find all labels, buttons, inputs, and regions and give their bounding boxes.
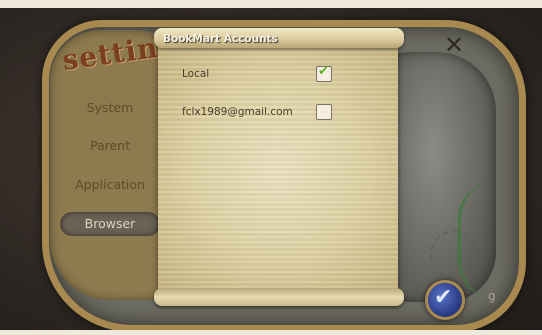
account-label: Local (182, 68, 210, 80)
confirm-button[interactable]: ✔ (425, 280, 465, 320)
bottom-border (0, 330, 542, 335)
check-icon: ✔ (434, 285, 453, 310)
top-border (0, 0, 542, 8)
dialog-title: BookMart Accounts (163, 33, 278, 45)
close-button[interactable]: ✕ (437, 32, 471, 58)
account-row-local[interactable]: Local ✔ (182, 64, 342, 86)
scroll-roll-bottom (154, 288, 404, 306)
check-icon: ✔ (318, 64, 329, 79)
sidebar-item-parent[interactable]: Parent (60, 134, 160, 158)
sidebar-item-system[interactable]: System (60, 96, 160, 120)
sidebar-item-browser[interactable]: Browser (60, 212, 160, 236)
account-label: fclx1989@gmail.com (182, 106, 293, 118)
partial-label: g (488, 289, 496, 303)
sidebar-item-application[interactable]: Application (60, 173, 160, 197)
account-checkbox-local[interactable]: ✔ (316, 64, 332, 82)
account-row-gmail[interactable]: fclx1989@gmail.com (182, 104, 342, 124)
account-checkbox-gmail[interactable] (316, 104, 332, 120)
gear-decoration (430, 230, 478, 278)
close-icon: ✕ (443, 31, 465, 59)
